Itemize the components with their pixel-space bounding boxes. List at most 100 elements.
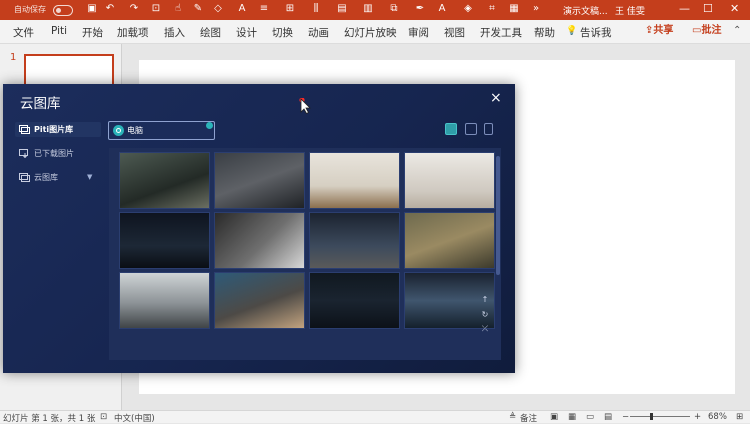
tab-addins[interactable]: 加载项	[117, 25, 149, 40]
tell-me-box[interactable]: 告诉我	[580, 25, 612, 40]
picture-icon[interactable]: ▦	[508, 3, 520, 15]
tab-file[interactable]: 文件	[13, 25, 34, 40]
language-status[interactable]: 中文(中国)	[114, 412, 155, 424]
zoom-slider[interactable]	[630, 416, 690, 417]
dialog-title: 云图库	[20, 96, 61, 112]
lightbulb-icon: 💡	[566, 26, 578, 36]
image-grid	[109, 148, 501, 360]
ribbon-tabs: 文件 Piti 开始 加载项 插入 绘图 设计 切换 动画 幻灯片放映 审阅 视…	[0, 20, 750, 44]
image-tile-keyboard-mouse-white[interactable]	[404, 152, 495, 209]
mouse-cursor-icon	[299, 98, 311, 114]
share-button[interactable]: ⇪共享	[642, 23, 676, 39]
search-input[interactable]	[108, 121, 215, 140]
image-tile-laptop-keyboard-overhead[interactable]	[214, 212, 305, 269]
comment-button[interactable]: ▭批注	[689, 23, 724, 39]
grid-scrollbar[interactable]	[496, 156, 500, 275]
tab-draw[interactable]: 绘图	[200, 25, 221, 40]
accessibility-icon[interactable]: ⊡	[100, 412, 107, 422]
normal-view-icon[interactable]: ▣	[550, 412, 558, 422]
tab-view[interactable]: 视图	[444, 25, 465, 40]
tab-piti[interactable]: Piti	[51, 25, 67, 37]
tab-animations[interactable]: 动画	[308, 25, 329, 40]
nav-downloaded-images[interactable]: 已下载图片	[15, 146, 101, 161]
nav-label: 已下载图片	[34, 149, 74, 158]
textbox-icon[interactable]: A	[236, 3, 248, 15]
tab-help[interactable]: 帮助	[534, 25, 555, 40]
tab-insert[interactable]: 插入	[164, 25, 185, 40]
autosave-toggle[interactable]	[53, 5, 73, 16]
tab-developer[interactable]: 开发工具	[480, 25, 522, 40]
nav-label: 云图库	[34, 173, 58, 182]
image-tile-hand-laptop-field[interactable]	[404, 212, 495, 269]
redo-icon[interactable]: ↷	[128, 3, 140, 15]
slide-info: 幻灯片 第 1 张，共 1 张	[3, 414, 96, 424]
fit-to-window-icon[interactable]: ⊞	[736, 412, 743, 422]
landscape-view-icon[interactable]	[465, 123, 477, 135]
search-icon	[113, 125, 124, 136]
download-icon	[19, 149, 28, 158]
shuffle-icon[interactable]: ⤫	[480, 324, 490, 334]
nav-label: Piti图片库	[34, 125, 74, 134]
refresh-icon[interactable]: ↻	[480, 310, 490, 320]
zoom-level[interactable]: 68%	[708, 412, 727, 422]
tab-review[interactable]: 审阅	[408, 25, 429, 40]
dialog-close-button[interactable]: ×	[490, 90, 502, 106]
minimize-button[interactable]: —	[679, 2, 690, 15]
arrange-icon[interactable]: ⊞	[284, 3, 296, 15]
user-name[interactable]: 王 佳雯	[615, 4, 645, 17]
nav-piti-gallery[interactable]: Piti图片库	[15, 122, 101, 137]
window-close-button[interactable]: ✕	[730, 2, 739, 15]
image-tile-office-window-imac[interactable]	[119, 272, 210, 329]
align-icon[interactable]: ≡	[258, 3, 270, 15]
save-icon[interactable]: ▣	[86, 3, 98, 15]
image-tile-vr-headset-laptop[interactable]	[214, 152, 305, 209]
send-backward-icon[interactable]: ▥	[362, 3, 374, 15]
shape-fill-icon[interactable]: ◈	[462, 3, 474, 15]
chevron-up-icon[interactable]: ⌃	[733, 25, 741, 36]
image-tile-desk-imac-night[interactable]	[309, 212, 400, 269]
pen-icon[interactable]: ✒	[414, 3, 426, 15]
presentation-icon[interactable]: ⊡	[150, 3, 162, 15]
image-tile-imac-desk-plant[interactable]	[309, 152, 400, 209]
sorter-view-icon[interactable]: ▦	[568, 412, 576, 422]
reading-view-icon[interactable]: ▭	[586, 412, 594, 422]
crop-icon[interactable]: ⌗	[486, 3, 498, 15]
status-bar: 幻灯片 第 1 张，共 1 张 ⊡ 中文(中国) ≜ 备注 ▣ ▦ ▭ ▤ − …	[0, 410, 750, 424]
search-input-value[interactable]: 电脑	[127, 125, 143, 136]
more-commands-icon[interactable]: »	[530, 3, 542, 15]
tab-home[interactable]: 开始	[82, 25, 103, 40]
distribute-icon[interactable]: ⫼	[310, 3, 322, 15]
document-title: 演示文稿...	[563, 7, 608, 17]
image-tile-hands-tablet-laptop[interactable]	[214, 272, 305, 329]
zoom-in-icon[interactable]: +	[694, 412, 701, 422]
tab-slideshow[interactable]: 幻灯片放映	[344, 25, 397, 40]
format-painter-icon[interactable]: ✎	[192, 3, 204, 15]
image-tile-hands-holding-phone[interactable]	[119, 152, 210, 209]
slideshow-view-icon[interactable]: ▤	[604, 412, 612, 422]
autosave-label: 自动保存	[14, 5, 46, 14]
slide-number: 1	[10, 52, 17, 63]
caret-down-icon[interactable]: ▼	[87, 170, 92, 185]
tab-design[interactable]: 设计	[236, 25, 257, 40]
zoom-out-icon[interactable]: −	[622, 412, 629, 422]
maximize-button[interactable]: ☐	[703, 2, 713, 15]
undo-icon[interactable]: ↶	[104, 3, 116, 15]
touch-mode-icon[interactable]: ☝	[172, 3, 184, 15]
scroll-to-top-icon[interactable]: ↑	[480, 295, 490, 305]
clear-search-icon[interactable]	[206, 122, 213, 129]
shapes-icon[interactable]: ◇	[212, 3, 224, 15]
share-label: 共享	[653, 25, 674, 36]
notes-button[interactable]: 备注	[520, 412, 537, 424]
cloud-folder-icon	[19, 173, 30, 182]
nav-cloud-gallery[interactable]: 云图库 ▼	[15, 170, 101, 185]
group-icon[interactable]: ⧉	[388, 3, 400, 15]
font-color-icon[interactable]: A	[436, 3, 448, 15]
image-tile-code-editor-screen[interactable]	[309, 272, 400, 329]
grid-view-icon[interactable]	[445, 123, 457, 135]
notes-icon: ≜	[509, 412, 517, 422]
bring-forward-icon[interactable]: ▤	[336, 3, 348, 15]
zoom-slider-handle[interactable]	[650, 413, 653, 420]
image-tile-dark-desk-monitor[interactable]	[119, 212, 210, 269]
portrait-view-icon[interactable]	[484, 123, 493, 135]
tab-transitions[interactable]: 切换	[272, 25, 293, 40]
